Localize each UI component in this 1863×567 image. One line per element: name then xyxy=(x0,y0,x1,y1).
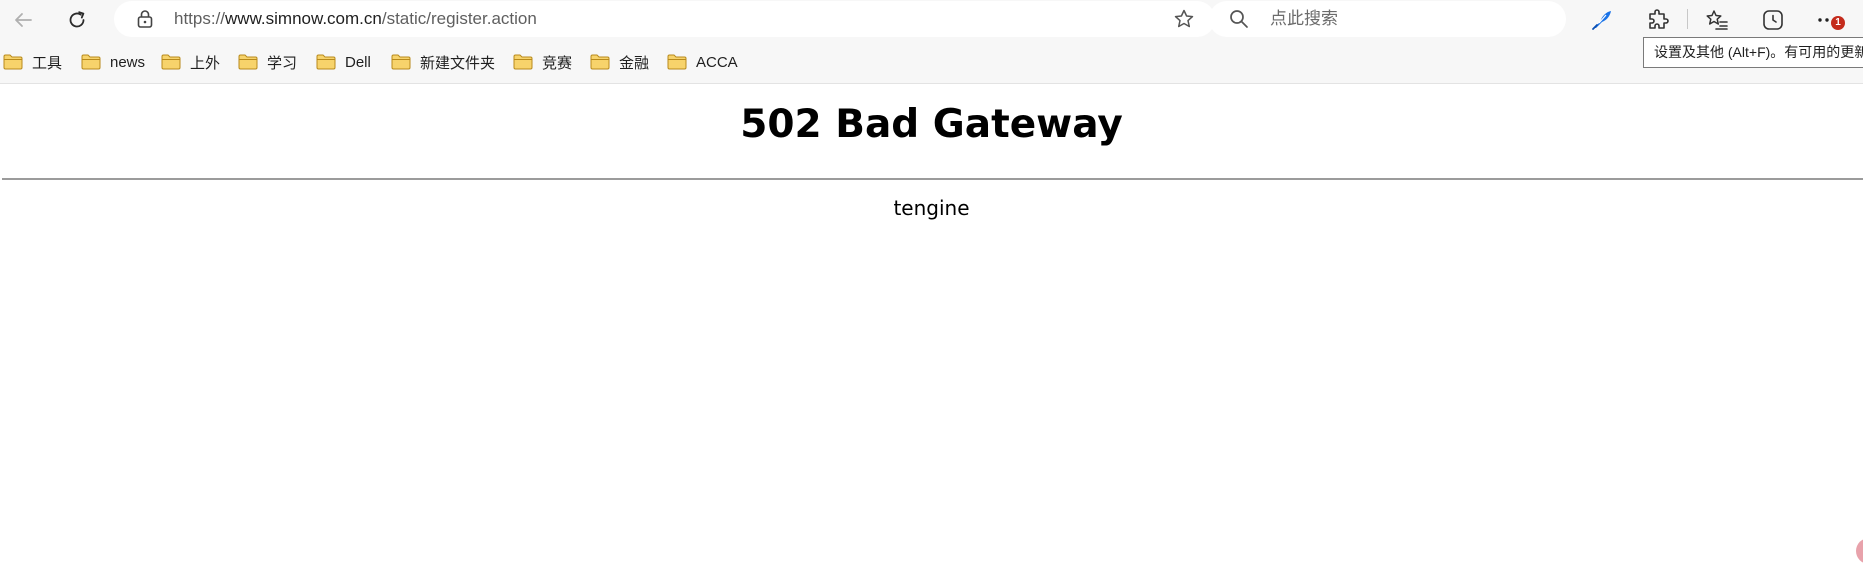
bookmark-label: 金融 xyxy=(619,54,650,72)
folder-icon xyxy=(238,54,258,70)
error-heading: 502 Bad Gateway xyxy=(740,102,1123,147)
favorites-list-icon xyxy=(1706,10,1728,30)
puzzle-piece-icon xyxy=(1649,9,1669,29)
lock-icon xyxy=(137,10,153,28)
folder-icon xyxy=(513,54,533,70)
bookmark-label: ACCA xyxy=(696,53,738,71)
settings-tooltip: 设置及其他 (Alt+F)。有可用的更新 xyxy=(1643,37,1863,68)
bookmark-folder[interactable]: 工具 xyxy=(3,40,62,84)
folder-icon xyxy=(81,54,101,70)
bookmark-folder[interactable]: Dell xyxy=(316,40,371,84)
folder-icon xyxy=(391,54,411,70)
address-bar[interactable]: https://www.simnow.com.cn/static/registe… xyxy=(114,1,1215,37)
sidebar-avatar[interactable] xyxy=(1856,538,1863,564)
bookmark-folder[interactable]: 学习 xyxy=(238,40,297,84)
url-path: /static/register.action xyxy=(381,9,537,28)
server-name: tengine xyxy=(893,196,970,220)
folder-icon xyxy=(667,54,687,70)
toolbar-separator xyxy=(1687,9,1688,29)
bookmark-folder[interactable]: ACCA xyxy=(667,40,738,84)
bookmark-label: 学习 xyxy=(267,54,298,72)
extensions-button[interactable] xyxy=(1641,3,1675,37)
bookmark-label: 竞赛 xyxy=(542,54,573,72)
bookmark-folder[interactable]: 上外 xyxy=(161,40,220,84)
url-host: www.simnow.com.cn xyxy=(225,9,382,28)
refresh-button[interactable] xyxy=(60,3,94,37)
folder-icon xyxy=(316,54,336,70)
bookmark-folder[interactable]: 新建文件夹 xyxy=(391,40,495,84)
bookmark-folder[interactable]: 竞赛 xyxy=(513,40,572,84)
search-icon xyxy=(1230,10,1248,28)
url-scheme: https:// xyxy=(174,9,226,28)
bookmark-label: 新建文件夹 xyxy=(420,54,496,72)
favorites-button[interactable] xyxy=(1700,3,1734,37)
folder-icon xyxy=(3,54,23,70)
search-box[interactable]: 点此搜索 xyxy=(1209,1,1566,37)
pen-extension-button[interactable] xyxy=(1585,3,1619,37)
favorite-star-icon[interactable] xyxy=(1173,8,1195,30)
bookmark-label: 工具 xyxy=(32,54,63,72)
search-placeholder: 点此搜索 xyxy=(1270,9,1338,28)
bookmark-folder[interactable]: 金融 xyxy=(590,40,649,84)
refresh-icon xyxy=(69,11,85,28)
arrow-left-icon xyxy=(15,13,32,27)
history-clock-icon xyxy=(1763,10,1783,30)
folder-icon xyxy=(161,54,181,70)
feather-pen-icon xyxy=(1592,11,1611,30)
bookmark-folder[interactable]: news xyxy=(81,40,145,84)
update-badge: 1 xyxy=(1831,16,1845,30)
bookmarks-bar: 工具 news 上外 学习 Dell 新建文件夹 竞赛 金融 ACCA xyxy=(0,40,1863,84)
page-divider xyxy=(2,178,1863,180)
browser-toolbar: https://www.simnow.com.cn/static/registe… xyxy=(0,0,1863,40)
history-button[interactable] xyxy=(1756,3,1790,37)
bookmark-label: news xyxy=(110,53,146,71)
bookmark-label: Dell xyxy=(345,53,371,71)
url-text: https://www.simnow.com.cn/static/registe… xyxy=(174,1,537,37)
folder-icon xyxy=(590,54,610,70)
bookmark-label: 上外 xyxy=(190,54,221,72)
back-button[interactable] xyxy=(6,3,40,37)
